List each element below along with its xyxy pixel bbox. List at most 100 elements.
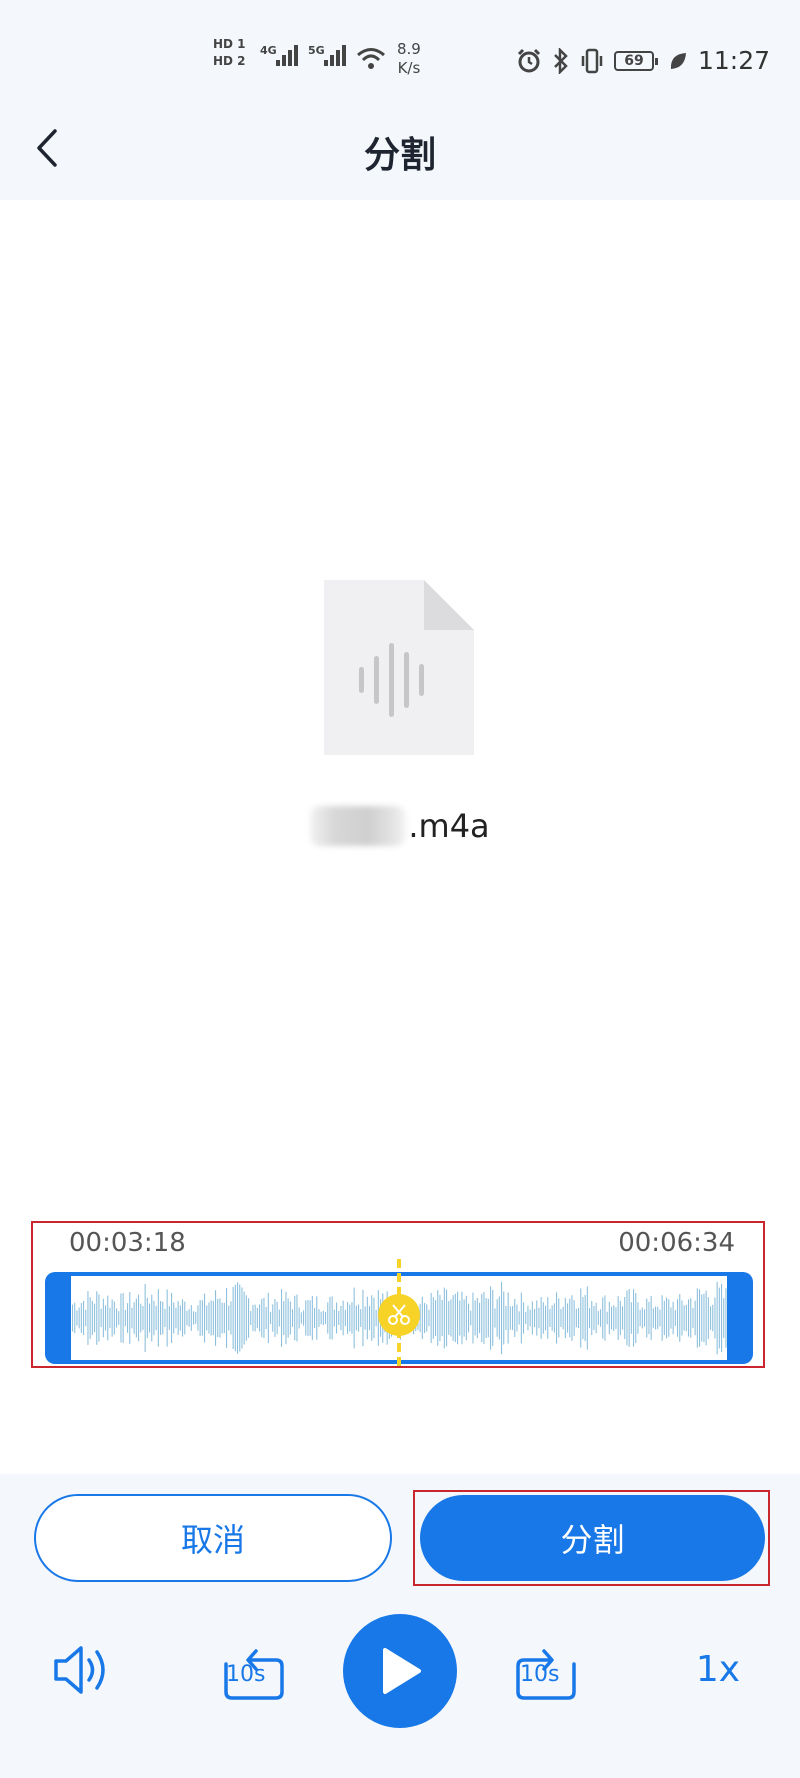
waveform-bar: [624, 1296, 626, 1340]
waveform-bar: [160, 1301, 162, 1335]
battery-level: 69: [613, 50, 658, 71]
waveform-bar: [122, 1293, 124, 1343]
waveform-bar: [606, 1311, 608, 1325]
signal-2-icon: [324, 44, 346, 66]
waveform-bar: [371, 1295, 373, 1341]
waveform-bar: [296, 1294, 298, 1342]
waveform-bar: [448, 1301, 450, 1335]
clock-time: 11:27: [697, 46, 770, 75]
waveform-bar: [94, 1303, 96, 1333]
waveform-bar: [105, 1305, 107, 1331]
waveform-bar: [490, 1286, 492, 1350]
waveform-bar: [261, 1298, 263, 1338]
scissors-icon: [388, 1304, 410, 1325]
waveform-bar: [690, 1298, 692, 1338]
waveform-bar: [274, 1299, 276, 1337]
waveform-bar: [109, 1307, 111, 1329]
waveform-bar: [476, 1297, 478, 1339]
waveform-bar: [347, 1302, 349, 1334]
waveform-bar: [127, 1303, 129, 1333]
speed-value: 8.9: [397, 40, 421, 58]
cancel-button[interactable]: 取消: [34, 1494, 392, 1582]
waveform-bar: [646, 1298, 648, 1338]
waveform-bar: [175, 1307, 177, 1329]
waveform-bar: [514, 1298, 516, 1338]
waveform-bar: [285, 1291, 287, 1345]
waveform-bar: [630, 1302, 632, 1334]
rewind-10s-button[interactable]: 10s: [212, 1634, 292, 1704]
waveform-bar: [327, 1302, 329, 1334]
waveform-bar: [617, 1296, 619, 1340]
waveform-bar: [512, 1306, 514, 1330]
waveform-bar: [162, 1301, 164, 1335]
waveform-bar: [124, 1309, 126, 1327]
waveform-bar: [254, 1304, 256, 1332]
trim-handle-right[interactable]: [731, 1272, 753, 1364]
waveform-bar: [322, 1310, 324, 1326]
waveform-bar: [166, 1289, 168, 1347]
play-button[interactable]: [343, 1614, 457, 1728]
waveform-bar: [171, 1292, 173, 1344]
waveform-bar: [179, 1305, 181, 1331]
waveform-bar: [289, 1301, 291, 1335]
volume-button[interactable]: [48, 1640, 118, 1700]
waveform-bar: [551, 1305, 553, 1331]
waveform-bar: [217, 1298, 219, 1338]
waveform-bar: [564, 1297, 566, 1339]
waveform-bar: [111, 1299, 113, 1337]
end-time: 00:06:34: [618, 1228, 735, 1258]
waveform-bar: [157, 1289, 159, 1347]
waveform-bar: [657, 1306, 659, 1330]
forward-10s-button[interactable]: 10s: [508, 1634, 588, 1704]
bluetooth-icon: [554, 47, 568, 74]
waveform-bar: [472, 1292, 474, 1344]
waveform-bar: [701, 1294, 703, 1342]
waveform-bar: [215, 1290, 217, 1346]
waveform-bar: [428, 1309, 430, 1327]
waveform-bar: [116, 1308, 118, 1328]
playback-speed-button[interactable]: 1x: [690, 1644, 746, 1694]
waveform-bar: [582, 1296, 584, 1340]
waveform-bar: [639, 1309, 641, 1327]
waveform-bar: [360, 1309, 362, 1327]
waveform-bar: [641, 1307, 643, 1329]
waveform-bar: [318, 1309, 320, 1327]
waveform-bar: [604, 1295, 606, 1341]
waveform-bar: [637, 1302, 639, 1334]
trim-handle-left[interactable]: [45, 1272, 67, 1364]
waveform-bar: [307, 1299, 309, 1337]
waveform-bar: [144, 1283, 146, 1353]
split-marker-handle[interactable]: [378, 1294, 420, 1336]
waveform-bar: [287, 1298, 289, 1338]
waveform-bar: [573, 1300, 575, 1336]
waveform-bar: [113, 1301, 115, 1335]
audio-file-icon: [324, 580, 474, 755]
status-right-group: 69 11:27: [516, 46, 770, 75]
waveform-bar: [239, 1284, 241, 1352]
waveform-bar: [659, 1309, 661, 1327]
waveform-bar: [219, 1298, 221, 1338]
waveform-bar: [342, 1300, 344, 1336]
file-name: .m4a: [0, 806, 800, 846]
waveform-bar: [373, 1297, 375, 1339]
split-button[interactable]: 分割: [420, 1495, 765, 1581]
speaker-icon: [54, 1646, 105, 1694]
waveform-bar: [256, 1307, 258, 1329]
waveform-bar: [663, 1300, 665, 1336]
waveform-bar: [600, 1309, 602, 1327]
waveform-bar: [470, 1310, 472, 1326]
waveform-bar: [538, 1307, 540, 1329]
waveform-bar: [245, 1295, 247, 1341]
waveform-bar: [666, 1297, 668, 1339]
waveform-bar: [677, 1299, 679, 1337]
waveform-bar: [633, 1289, 635, 1347]
waveform-bar: [292, 1309, 294, 1327]
waveform-bar: [426, 1304, 428, 1332]
waveform-bar: [74, 1302, 76, 1334]
waveform-bar: [479, 1302, 481, 1334]
waveform-bar: [694, 1300, 696, 1336]
speed-unit: K/s: [397, 59, 421, 77]
waveform-bar: [190, 1305, 192, 1331]
waveform-bar: [265, 1306, 267, 1330]
waveform-bar: [85, 1309, 87, 1327]
